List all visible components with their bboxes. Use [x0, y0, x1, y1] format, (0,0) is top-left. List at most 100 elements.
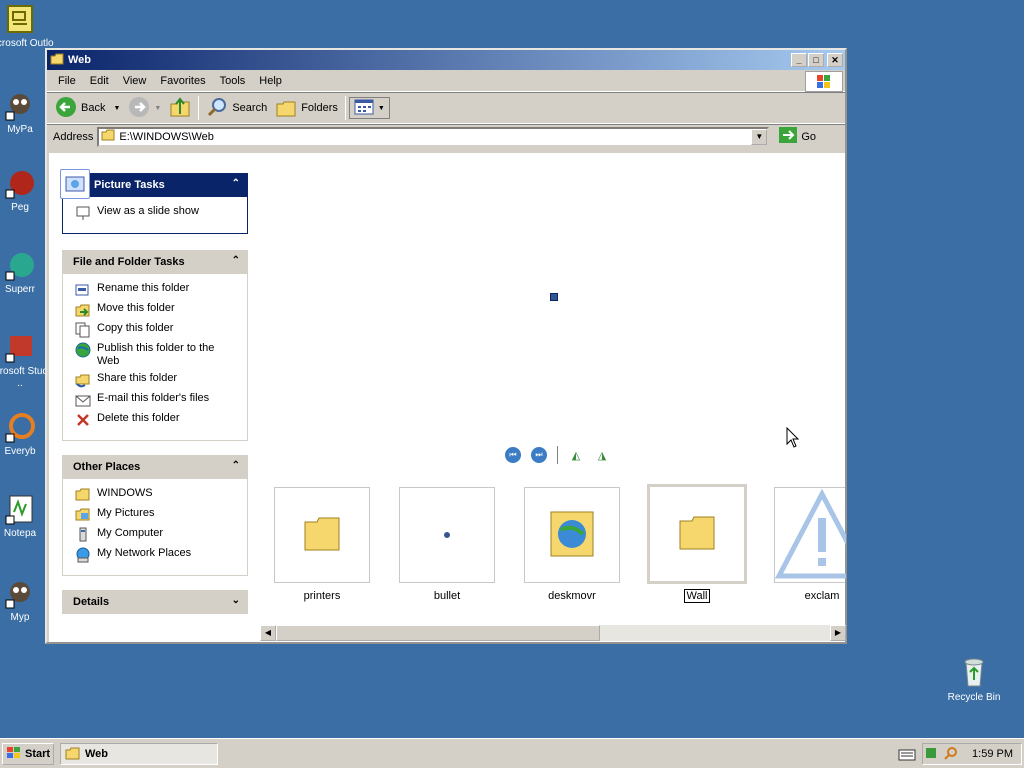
task-copy-folder[interactable]: Copy this folder [75, 322, 247, 342]
clock[interactable]: 1:59 PM [972, 748, 1013, 760]
next-image-button[interactable]: ⏭ [531, 447, 547, 463]
task-view-slideshow[interactable]: View as a slide show [75, 205, 247, 225]
other-places-panel: Other Places ⌃ WINDOWS My Pictures My Co… [62, 455, 248, 576]
place-my-network[interactable]: My Network Places [75, 547, 247, 567]
chevron-down-icon[interactable]: ▼ [113, 105, 120, 112]
menu-view[interactable]: View [116, 75, 154, 87]
scroll-right-button[interactable]: ▶ [830, 625, 846, 641]
windows-logo-icon [805, 71, 843, 92]
network-tray-icon[interactable] [924, 746, 938, 763]
folder-view: Picture Tasks ⌃ View as a slide show Fil… [49, 153, 870, 642]
menu-file[interactable]: File [51, 75, 83, 87]
details-header[interactable]: Details ⌄ [62, 590, 248, 614]
place-windows[interactable]: WINDOWS [75, 487, 247, 507]
details-panel: Details ⌄ [62, 590, 248, 614]
place-my-pictures[interactable]: My Pictures [75, 507, 247, 527]
shortcut-icon [4, 578, 36, 610]
mouse-cursor-icon [786, 427, 800, 448]
title-bar[interactable]: Web _ □ ✕ [47, 50, 845, 70]
share-icon [75, 372, 91, 388]
keyboard-icon[interactable] [898, 747, 916, 761]
address-dropdown-button[interactable]: ▼ [751, 128, 768, 145]
picture-tasks-header[interactable]: Picture Tasks ⌃ [60, 169, 248, 199]
slideshow-icon [75, 205, 91, 221]
views-icon [354, 99, 374, 118]
previous-image-button[interactable]: ⏮ [505, 447, 521, 463]
panel-title: Details [73, 596, 110, 608]
address-value: E:\WINDOWS\Web [119, 130, 214, 143]
folders-label: Folders [301, 102, 338, 114]
thumbnail-printers[interactable] [274, 487, 370, 583]
email-icon [75, 392, 91, 408]
thumbnail-exclam[interactable] [774, 487, 870, 583]
address-input[interactable]: E:\WINDOWS\Web ▼ [97, 126, 770, 147]
scrollbar-thumb[interactable] [276, 625, 600, 641]
horizontal-scrollbar[interactable]: ◀ ▶ [260, 625, 846, 641]
search-label: Search [232, 102, 268, 114]
task-rename-folder[interactable]: Rename this folder [75, 282, 247, 302]
shortcut-icon [4, 412, 36, 444]
thumbnail-deskmovr[interactable] [524, 487, 620, 583]
chevron-up-icon[interactable]: ⌃ [232, 255, 240, 266]
minimize-button[interactable]: _ [791, 53, 807, 67]
rotate-counterclockwise-button[interactable]: ◮ [594, 447, 610, 463]
window-title: Web [68, 54, 92, 66]
search-tray-icon[interactable] [944, 746, 958, 763]
menu-favorites[interactable]: Favorites [153, 75, 212, 87]
scroll-left-button[interactable]: ◀ [260, 625, 276, 641]
forward-button[interactable]: ▼ [124, 95, 165, 121]
thumbnail-wall[interactable] [647, 484, 747, 584]
start-label: Start [25, 748, 51, 760]
close-button[interactable]: ✕ [827, 53, 843, 67]
back-label: Back [81, 102, 106, 114]
folders-button[interactable]: Folders [271, 95, 342, 121]
maximize-button[interactable]: □ [808, 53, 824, 67]
chevron-up-icon[interactable]: ⌃ [232, 460, 240, 471]
taskbar-window-label: Web [85, 748, 109, 760]
taskbar-window-web[interactable]: Web [60, 743, 218, 765]
standard-toolbar: Back ▼ ▼ Search Folders ▼ [47, 92, 845, 124]
notepad-icon [4, 494, 36, 526]
up-button[interactable] [165, 95, 195, 121]
preview-image [550, 293, 558, 301]
start-button[interactable]: Start [2, 743, 54, 765]
search-button[interactable]: Search [202, 95, 271, 121]
task-label: Move this folder [97, 302, 175, 314]
task-publish-folder[interactable]: Publish this folder to the Web [75, 342, 247, 372]
folder-icon [65, 746, 81, 763]
my-pictures-icon [75, 507, 91, 523]
task-share-folder[interactable]: Share this folder [75, 372, 247, 392]
chevron-down-icon[interactable]: ⌄ [232, 595, 240, 606]
task-label: Publish this folder to the Web [97, 342, 215, 367]
rotate-clockwise-button[interactable]: ◭ [568, 447, 584, 463]
back-arrow-icon [55, 96, 77, 121]
bullet-icon [444, 532, 450, 538]
menu-edit[interactable]: Edit [83, 75, 116, 87]
globe-icon [75, 342, 91, 358]
copy-icon [75, 322, 91, 338]
rename-input[interactable]: Wall [683, 589, 711, 603]
file-folder-tasks-header[interactable]: File and Folder Tasks ⌃ [62, 250, 248, 274]
other-places-header[interactable]: Other Places ⌃ [62, 455, 248, 479]
task-email-files[interactable]: E-mail this folder's files [75, 392, 247, 412]
outlook-icon [4, 4, 36, 36]
thumbnail-rename-box[interactable]: Wall [649, 589, 745, 603]
shortcut-icon [4, 168, 36, 200]
menu-tools[interactable]: Tools [213, 75, 253, 87]
thumbnail-label: deskmovr [548, 590, 596, 602]
desktop-icon-recycle-bin[interactable]: Recycle Bin [940, 656, 1008, 703]
back-button[interactable]: Back ▼ [51, 95, 124, 121]
menu-help[interactable]: Help [252, 75, 289, 87]
chevron-up-icon[interactable]: ⌃ [232, 178, 240, 189]
web-globe-icon [550, 511, 594, 557]
chevron-down-icon[interactable]: ▼ [154, 105, 161, 112]
views-button[interactable]: ▼ [348, 97, 390, 119]
desktop-icon-outlook[interactable]: Microsoft Outlo [0, 4, 60, 50]
task-move-folder[interactable]: Move this folder [75, 302, 247, 322]
toolbar-separator [344, 96, 346, 120]
thumbnail-bullet[interactable] [399, 487, 495, 583]
place-my-computer[interactable]: My Computer [75, 527, 247, 547]
go-button[interactable]: Go [779, 127, 816, 146]
task-delete-folder[interactable]: Delete this folder [75, 412, 247, 432]
my-computer-icon [75, 527, 91, 543]
